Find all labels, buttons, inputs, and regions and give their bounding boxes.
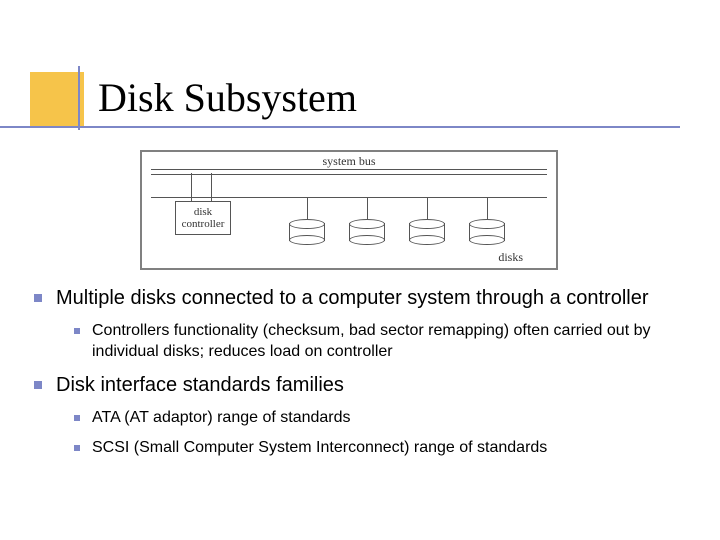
bullet-level2: SCSI (Small Computer System Interconnect… xyxy=(70,438,690,459)
bullet-level1: Disk interface standards families xyxy=(28,373,690,398)
wire-disk-4 xyxy=(487,197,488,219)
bullet-text: Controllers functionality (checksum, bad… xyxy=(92,322,650,360)
disk-icon xyxy=(289,219,325,245)
bullet-level2: ATA (AT adaptor) range of standards xyxy=(70,408,690,429)
bullet-text: ATA (AT adaptor) range of standards xyxy=(92,409,351,426)
slide-title: Disk Subsystem xyxy=(98,74,357,121)
bullet-text: SCSI (Small Computer System Interconnect… xyxy=(92,439,547,456)
bullet-level1: Multiple disks connected to a computer s… xyxy=(28,286,690,311)
disk-subsystem-diagram: system bus disk controller xyxy=(140,150,558,270)
diagram-inner: system bus disk controller xyxy=(145,155,553,265)
controller-label-line1: disk xyxy=(194,206,212,218)
header-rule-vertical xyxy=(78,66,80,130)
wire-disk-3 xyxy=(427,197,428,219)
header-rule-horizontal xyxy=(0,126,680,128)
disk-icon xyxy=(469,219,505,245)
slide: Disk Subsystem system bus disk controlle… xyxy=(0,0,720,540)
wire-disk-1 xyxy=(307,197,308,219)
system-bus-label: system bus xyxy=(322,154,375,169)
bullet-text: Disk interface standards families xyxy=(56,374,344,396)
disks-label: disks xyxy=(498,250,523,265)
disk-icon xyxy=(409,219,445,245)
bullet-text: Multiple disks connected to a computer s… xyxy=(56,287,649,309)
body-content: Multiple disks connected to a computer s… xyxy=(28,286,690,469)
disk-controller-box: disk controller xyxy=(175,201,231,235)
disk-icon xyxy=(349,219,385,245)
accent-square xyxy=(30,72,84,126)
bullet-level2: Controllers functionality (checksum, bad… xyxy=(70,321,690,363)
controller-label-line2: controller xyxy=(182,218,225,230)
wire-disk-2 xyxy=(367,197,368,219)
